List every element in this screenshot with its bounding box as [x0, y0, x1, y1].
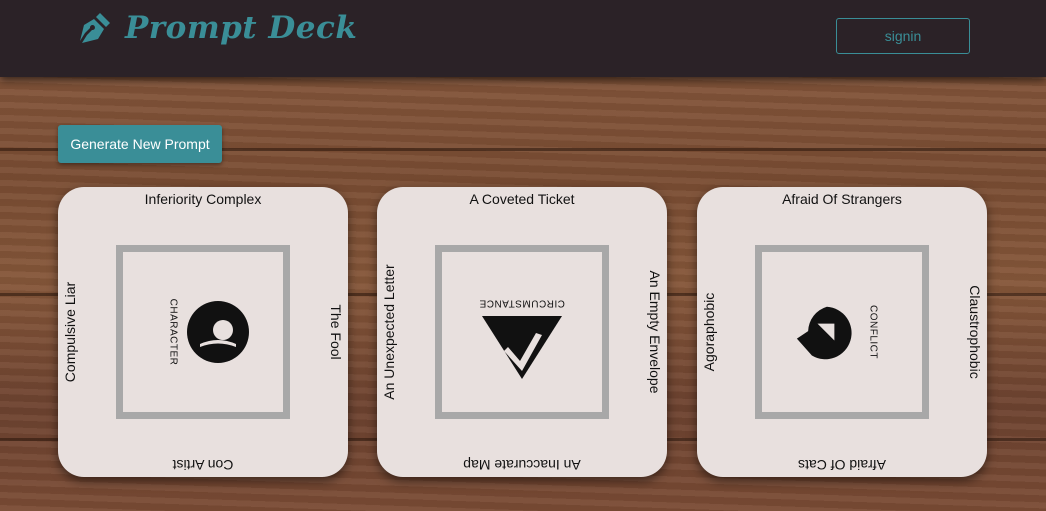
- signin-button[interactable]: signin: [836, 18, 970, 54]
- card-left-label: Agoraphobic: [701, 292, 717, 372]
- prompt-card-conflict: Afraid Of Strangers Agoraphobic Claustro…: [697, 187, 987, 477]
- card-left-label: Compulsive Liar: [62, 281, 78, 383]
- brand[interactable]: Prompt Deck: [78, 10, 357, 46]
- header: Prompt Deck signin: [0, 0, 1046, 77]
- card-top-label: Inferiority Complex: [144, 191, 262, 207]
- generate-prompt-button[interactable]: Generate New Prompt: [58, 125, 222, 163]
- card-top-label: A Coveted Ticket: [469, 191, 575, 207]
- card-bottom-label: Afraid Of Cats: [798, 457, 886, 473]
- prompt-card-character: Inferiority Complex Compulsive Liar The …: [58, 187, 348, 477]
- card-right-label: The Fool: [328, 304, 344, 360]
- card-top-label: Afraid Of Strangers: [782, 191, 902, 207]
- conflict-icon: [796, 306, 852, 360]
- prompt-card-circumstance: A Coveted Ticket An Unexpected Letter An…: [377, 187, 667, 477]
- character-icon: [187, 301, 249, 363]
- card-bottom-label: An Inaccurate Map: [463, 457, 581, 473]
- circumstance-icon: [482, 316, 562, 379]
- card-left-label: An Unexpected Letter: [381, 264, 397, 400]
- brand-title: Prompt Deck: [125, 10, 358, 46]
- pen-nib-icon: [80, 13, 110, 43]
- card-right-label: An Empty Envelope: [647, 270, 663, 394]
- card-right-label: Claustrophobic: [967, 285, 983, 379]
- card-bottom-label: Con Artist: [172, 457, 234, 473]
